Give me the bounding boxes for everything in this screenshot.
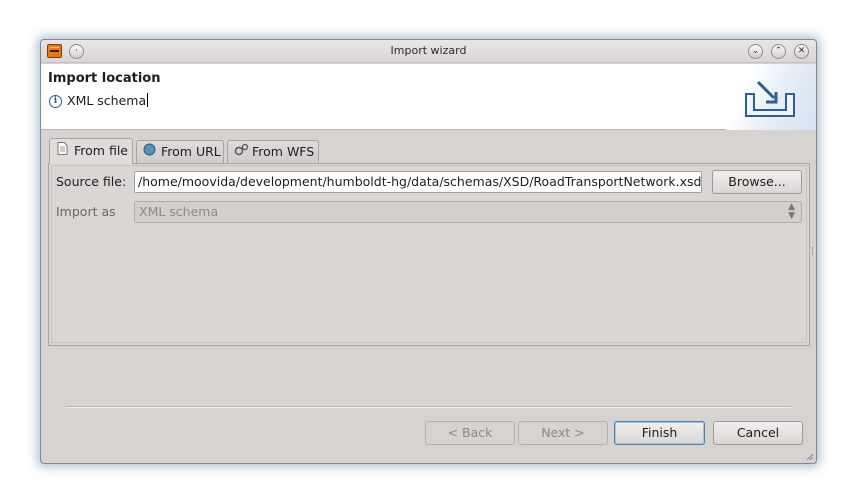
globe-icon <box>143 142 156 163</box>
browse-label: Browse... <box>728 174 786 189</box>
tab-panel: Source file: /home/moovida/development/h… <box>48 163 810 346</box>
wizard-header: Import location i XML schema <box>41 64 816 130</box>
import-as-value: XML schema <box>139 204 219 219</box>
tab-from-file[interactable]: From file <box>49 138 133 164</box>
source-file-label: Source file: <box>56 174 127 189</box>
chevron-down-icon: ⌄ <box>751 46 760 56</box>
resize-grip-icon[interactable] <box>812 247 815 255</box>
close-button[interactable]: ✕ <box>794 44 809 59</box>
updown-arrows-icon: ▲ ▼ <box>788 202 795 221</box>
cancel-label: Cancel <box>736 425 780 440</box>
back-label: < Back <box>447 425 493 440</box>
back-button[interactable]: < Back <box>425 421 515 445</box>
tab-from-url[interactable]: From URL <box>136 140 224 163</box>
tab-label: From WFS <box>252 144 315 159</box>
finish-button[interactable]: Finish <box>614 421 705 445</box>
tab-label: From file <box>74 143 128 158</box>
window-title: Import wizard <box>390 44 467 57</box>
maximize-button[interactable]: ⌃ <box>771 44 786 59</box>
import-wizard-window: · Import wizard ⌄ ⌃ ✕ Import location i … <box>40 39 817 464</box>
next-label: Next > <box>541 425 585 440</box>
gears-icon <box>234 142 249 163</box>
header-message: XML schema <box>67 93 147 108</box>
tab-from-wfs[interactable]: From WFS <box>227 140 319 163</box>
close-icon: ✕ <box>797 46 806 56</box>
import-icon <box>745 80 795 117</box>
file-icon <box>56 140 69 163</box>
next-button[interactable]: Next > <box>518 421 608 445</box>
resize-corner-icon[interactable] <box>806 453 814 461</box>
info-icon: i <box>49 95 62 108</box>
minimize-button[interactable]: ⌄ <box>748 44 763 59</box>
cancel-button[interactable]: Cancel <box>713 421 803 445</box>
source-file-input[interactable]: /home/moovida/development/humboldt-hg/da… <box>134 171 702 193</box>
finish-label: Finish <box>641 425 678 440</box>
footer-separator <box>66 406 791 408</box>
page-title: Import location <box>48 71 161 86</box>
browse-button[interactable]: Browse... <box>712 170 802 194</box>
tab-label: From URL <box>161 144 221 159</box>
import-as-label: Import as <box>56 204 116 219</box>
titlebar[interactable]: · Import wizard ⌄ ⌃ ✕ <box>41 40 816 63</box>
chevron-up-icon: ⌃ <box>774 46 783 56</box>
import-as-select[interactable]: XML schema ▲ ▼ <box>134 201 802 223</box>
